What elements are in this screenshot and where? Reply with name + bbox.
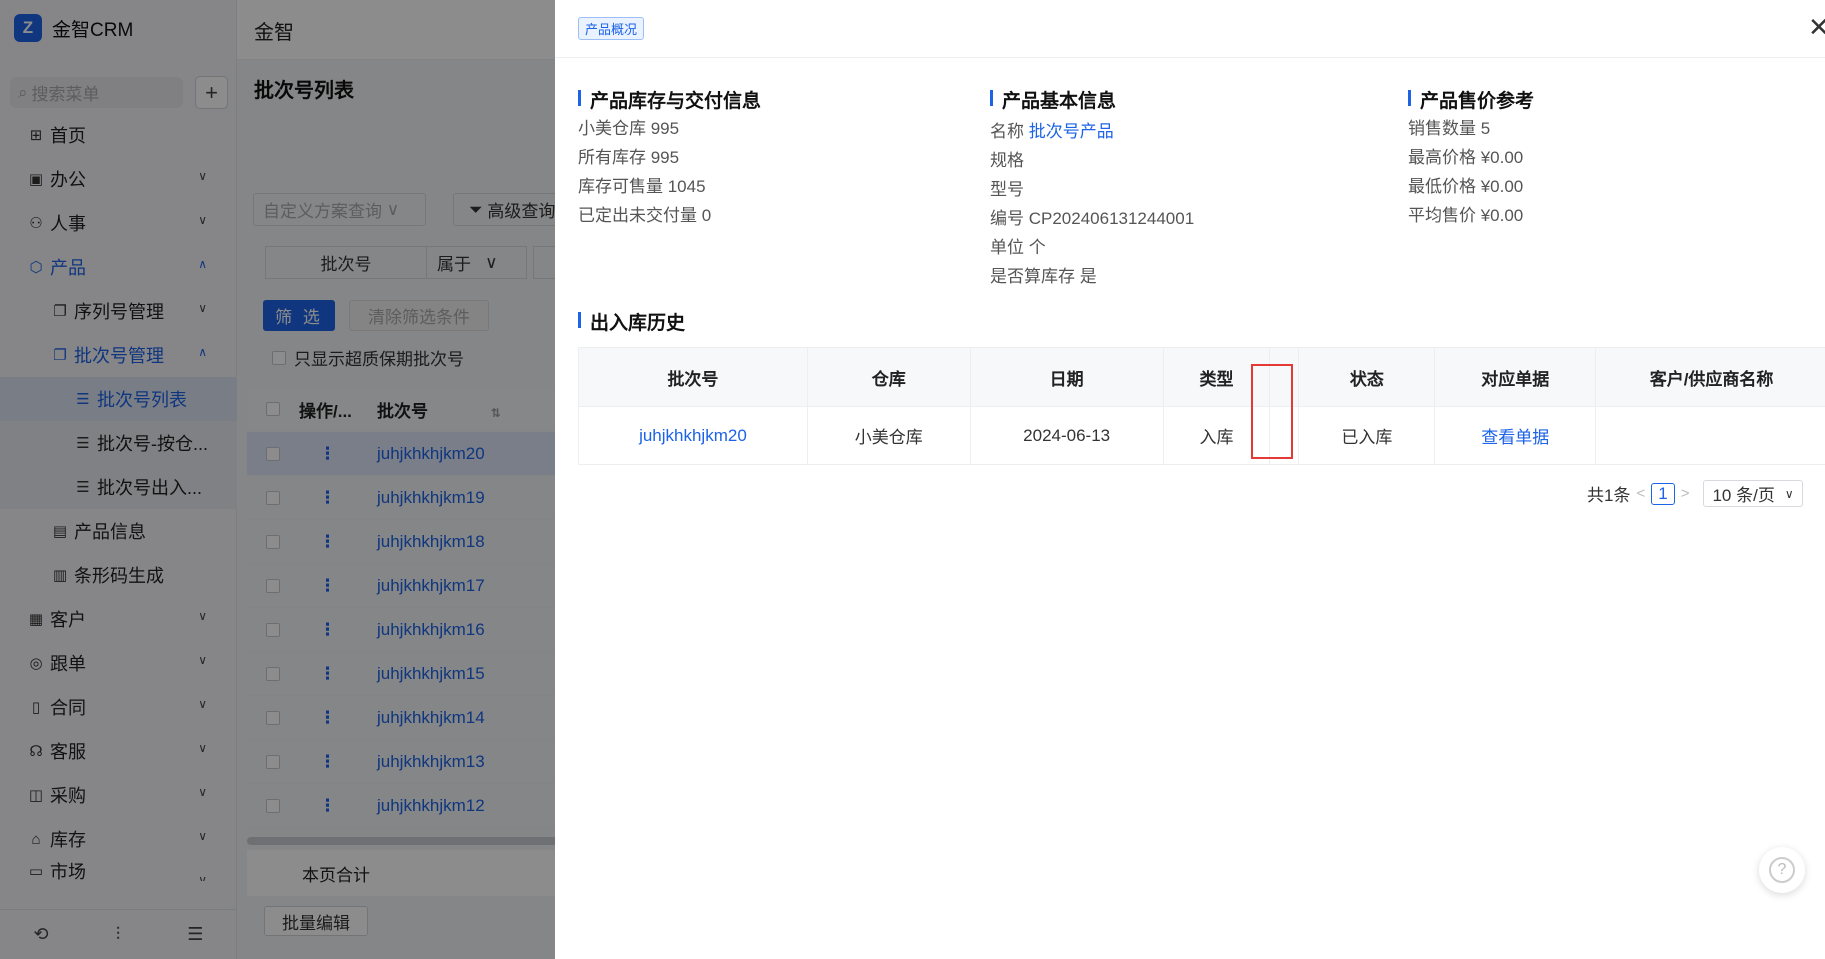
history-batch-link[interactable]: juhjkhkhjkm20 (578, 406, 808, 465)
prev-page-icon[interactable]: < (1636, 485, 1645, 502)
col-type: 类型 (1162, 347, 1271, 407)
question-icon: ? (1769, 857, 1795, 883)
history-type: 入库 (1162, 406, 1271, 465)
col-blank (1269, 347, 1300, 407)
section-stock-title: 产品库存与交付信息 (578, 86, 761, 113)
close-icon[interactable]: ✕ (1808, 14, 1825, 40)
section-price-title: 产品售价参考 (1408, 86, 1534, 113)
product-name-link[interactable]: 批次号产品 (1029, 122, 1114, 141)
next-page-icon[interactable]: > (1681, 485, 1690, 502)
history-blank (1269, 406, 1300, 465)
page-size-select[interactable]: 10 条/页 ∨ (1703, 480, 1803, 507)
drawer-tag: 产品概况 (578, 17, 645, 40)
current-page[interactable]: 1 (1651, 482, 1675, 505)
col-status: 状态 (1298, 347, 1436, 407)
history-partner (1595, 406, 1825, 465)
section-basic-title: 产品基本信息 (990, 86, 1116, 113)
help-button[interactable]: ? (1759, 847, 1805, 893)
history-header-row: 批次号 仓库 日期 类型 状态 对应单据 客户/供应商名称 (578, 347, 1825, 407)
col-date: 日期 (969, 347, 1164, 407)
pagination: 共1条 < 1 > 10 条/页 ∨ (1587, 480, 1803, 507)
col-doc: 对应单据 (1434, 347, 1597, 407)
col-batch: 批次号 (578, 347, 808, 407)
section-history-title: 出入库历史 (578, 308, 685, 335)
history-status: 已入库 (1298, 406, 1436, 465)
price-info: 销售数量 5 最高价格 ¥0.00 最低价格 ¥0.00 平均售价 ¥0.00 (1408, 119, 1524, 225)
view-document-link[interactable]: 查看单据 (1434, 406, 1597, 465)
history-row: juhjkhkhjkm20 小美仓库 2024-06-13 入库 已入库 查看单… (578, 406, 1825, 465)
pagination-total: 共1条 (1587, 486, 1631, 505)
inout-history-table: 批次号 仓库 日期 类型 状态 对应单据 客户/供应商名称 juhjkhkhjk… (578, 347, 1825, 465)
col-partner: 客户/供应商名称 (1595, 347, 1825, 407)
basic-info: 名称 批次号产品 规格 型号 编号 CP202406131244001 单位 个… (990, 122, 1195, 286)
history-date: 2024-06-13 (969, 406, 1164, 465)
stock-info: 小美仓库 995 所有库存 995 库存可售量 1045 已定出未交付量 0 (578, 119, 712, 225)
drawer-header: 产品概况 ✕ (555, 0, 1825, 58)
chevron-down-icon: ∨ (1784, 486, 1794, 501)
drawer-overlay-mask[interactable] (0, 0, 555, 959)
col-warehouse: 仓库 (806, 347, 971, 407)
history-warehouse: 小美仓库 (806, 406, 971, 465)
